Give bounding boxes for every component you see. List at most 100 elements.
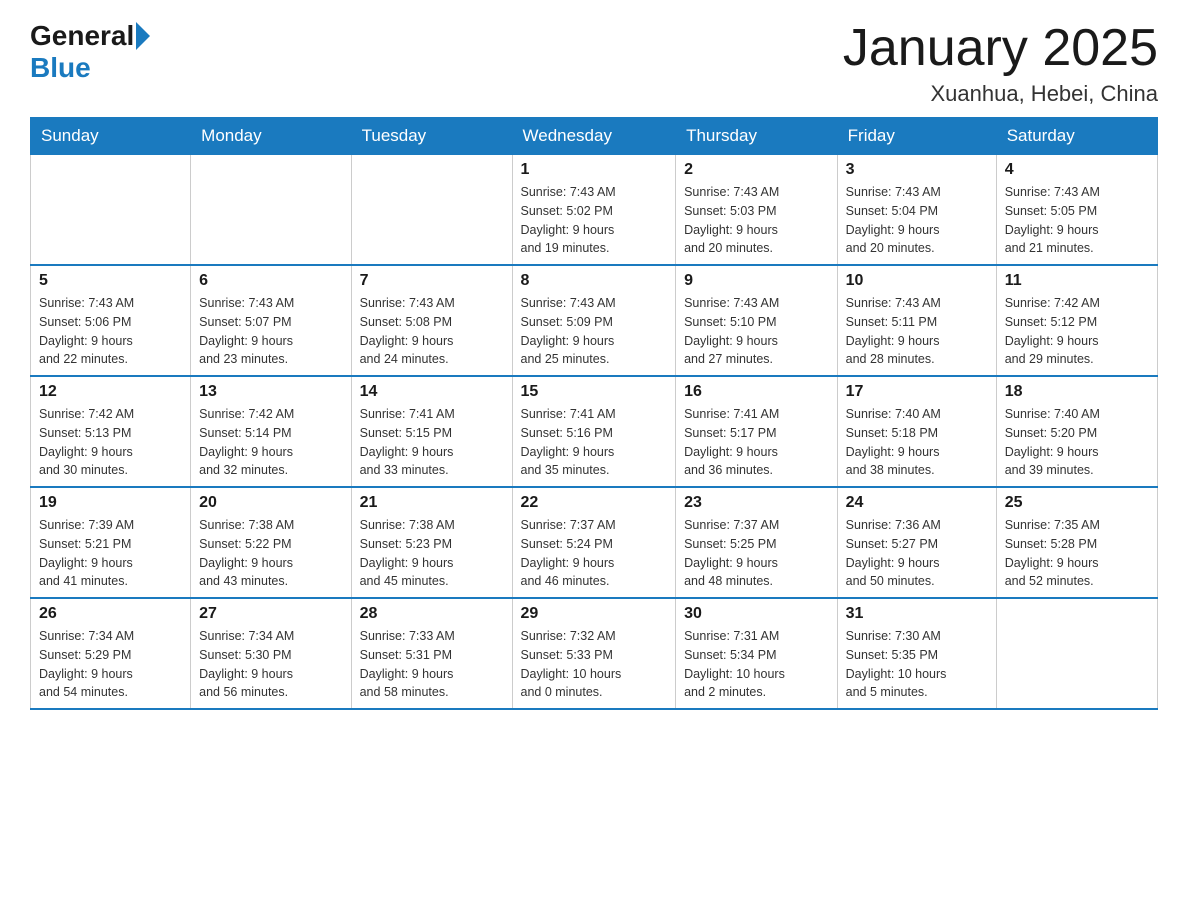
calendar-cell: 4 Sunrise: 7:43 AMSunset: 5:05 PMDaylight…: [996, 155, 1157, 266]
calendar-header-row: SundayMondayTuesdayWednesdayThursdayFrid…: [31, 118, 1158, 155]
calendar-cell: 9Sunrise: 7:43 AMSunset: 5:10 PMDaylight…: [676, 265, 838, 376]
calendar-cell: 27 Sunrise: 7:34 AMSunset: 5:30 PMDayligh…: [191, 598, 351, 709]
day-info: Sunrise: 7:35 AMSunset: 5:28 PMDaylight:…: [1005, 516, 1149, 591]
calendar-cell: [996, 598, 1157, 709]
day-number: 18: [1005, 383, 1149, 401]
day-number: 8: [521, 272, 668, 290]
header-tuesday: Tuesday: [351, 118, 512, 155]
day-number: 13: [199, 383, 342, 401]
calendar-cell: 14Sunrise: 7:41 AMSunset: 5:15 PMDayligh…: [351, 376, 512, 487]
month-title: January 2025: [843, 20, 1158, 77]
calendar-cell: 1 Sunrise: 7:43 AMSunset: 5:02 PMDaylight…: [512, 155, 676, 266]
day-info: Sunrise: 7:43 AMSunset: 5:06 PMDaylight:…: [39, 294, 182, 369]
calendar-cell: 10 Sunrise: 7:43 AMSunset: 5:11 PMDayligh…: [837, 265, 996, 376]
day-number: 23: [684, 494, 829, 512]
calendar-cell: 23 Sunrise: 7:37 AMSunset: 5:25 PMDayligh…: [676, 487, 838, 598]
day-info: Sunrise: 7:43 AMSunset: 5:11 PMDaylight:…: [846, 294, 988, 369]
logo: General Blue: [30, 20, 152, 84]
day-info: Sunrise: 7:43 AMSunset: 5:10 PMDaylight:…: [684, 294, 829, 369]
day-number: 6: [199, 272, 342, 290]
day-info: Sunrise: 7:42 AMSunset: 5:13 PMDaylight:…: [39, 405, 182, 480]
calendar-cell: 30Sunrise: 7:31 AMSunset: 5:34 PMDayligh…: [676, 598, 838, 709]
calendar-cell: [351, 155, 512, 266]
day-info: Sunrise: 7:43 AMSunset: 5:08 PMDaylight:…: [360, 294, 504, 369]
calendar-cell: 17Sunrise: 7:40 AMSunset: 5:18 PMDayligh…: [837, 376, 996, 487]
day-info: Sunrise: 7:39 AMSunset: 5:21 PMDaylight:…: [39, 516, 182, 591]
day-number: 25: [1005, 494, 1149, 512]
calendar-cell: 5 Sunrise: 7:43 AMSunset: 5:06 PMDaylight…: [31, 265, 191, 376]
day-number: 28: [360, 605, 504, 623]
day-number: 22: [521, 494, 668, 512]
day-number: 31: [846, 605, 988, 623]
day-number: 3: [846, 161, 988, 179]
day-number: 19: [39, 494, 182, 512]
header-friday: Friday: [837, 118, 996, 155]
calendar-cell: [191, 155, 351, 266]
calendar-cell: 29 Sunrise: 7:32 AMSunset: 5:33 PMDayligh…: [512, 598, 676, 709]
calendar-cell: 25 Sunrise: 7:35 AMSunset: 5:28 PMDayligh…: [996, 487, 1157, 598]
day-info: Sunrise: 7:36 AMSunset: 5:27 PMDaylight:…: [846, 516, 988, 591]
title-block: January 2025 Xuanhua, Hebei, China: [843, 20, 1158, 107]
calendar-cell: 16Sunrise: 7:41 AMSunset: 5:17 PMDayligh…: [676, 376, 838, 487]
day-info: Sunrise: 7:33 AMSunset: 5:31 PMDaylight:…: [360, 627, 504, 702]
day-info: Sunrise: 7:43 AMSunset: 5:05 PMDaylight:…: [1005, 183, 1149, 258]
day-number: 1: [521, 161, 668, 179]
calendar-week-row: 12 Sunrise: 7:42 AMSunset: 5:13 PMDayligh…: [31, 376, 1158, 487]
day-number: 15: [521, 383, 668, 401]
day-info: Sunrise: 7:42 AMSunset: 5:12 PMDaylight:…: [1005, 294, 1149, 369]
logo-blue-text: Blue: [30, 52, 91, 83]
day-info: Sunrise: 7:37 AMSunset: 5:25 PMDaylight:…: [684, 516, 829, 591]
calendar-week-row: 5 Sunrise: 7:43 AMSunset: 5:06 PMDaylight…: [31, 265, 1158, 376]
day-info: Sunrise: 7:41 AMSunset: 5:17 PMDaylight:…: [684, 405, 829, 480]
calendar-cell: 11 Sunrise: 7:42 AMSunset: 5:12 PMDayligh…: [996, 265, 1157, 376]
day-number: 26: [39, 605, 182, 623]
calendar-cell: 26 Sunrise: 7:34 AMSunset: 5:29 PMDayligh…: [31, 598, 191, 709]
calendar-cell: 2 Sunrise: 7:43 AMSunset: 5:03 PMDaylight…: [676, 155, 838, 266]
calendar-cell: 6Sunrise: 7:43 AMSunset: 5:07 PMDaylight…: [191, 265, 351, 376]
calendar-week-row: 19 Sunrise: 7:39 AMSunset: 5:21 PMDayligh…: [31, 487, 1158, 598]
day-info: Sunrise: 7:38 AMSunset: 5:23 PMDaylight:…: [360, 516, 504, 591]
day-info: Sunrise: 7:32 AMSunset: 5:33 PMDaylight:…: [521, 627, 668, 702]
logo-general-text: General: [30, 20, 134, 52]
location-text: Xuanhua, Hebei, China: [843, 81, 1158, 107]
calendar-week-row: 26 Sunrise: 7:34 AMSunset: 5:29 PMDayligh…: [31, 598, 1158, 709]
header-wednesday: Wednesday: [512, 118, 676, 155]
day-info: Sunrise: 7:43 AMSunset: 5:03 PMDaylight:…: [684, 183, 829, 258]
day-info: Sunrise: 7:34 AMSunset: 5:30 PMDaylight:…: [199, 627, 342, 702]
header-saturday: Saturday: [996, 118, 1157, 155]
day-info: Sunrise: 7:42 AMSunset: 5:14 PMDaylight:…: [199, 405, 342, 480]
day-number: 14: [360, 383, 504, 401]
calendar-cell: 28 Sunrise: 7:33 AMSunset: 5:31 PMDayligh…: [351, 598, 512, 709]
calendar-table: SundayMondayTuesdayWednesdayThursdayFrid…: [30, 117, 1158, 710]
calendar-cell: 12 Sunrise: 7:42 AMSunset: 5:13 PMDayligh…: [31, 376, 191, 487]
header-monday: Monday: [191, 118, 351, 155]
page-header: General Blue January 2025 Xuanhua, Hebei…: [30, 20, 1158, 107]
logo-arrow-icon: [136, 22, 150, 50]
day-number: 5: [39, 272, 182, 290]
day-number: 12: [39, 383, 182, 401]
day-number: 24: [846, 494, 988, 512]
day-number: 11: [1005, 272, 1149, 290]
header-thursday: Thursday: [676, 118, 838, 155]
calendar-cell: 3 Sunrise: 7:43 AMSunset: 5:04 PMDaylight…: [837, 155, 996, 266]
day-number: 17: [846, 383, 988, 401]
day-number: 2: [684, 161, 829, 179]
calendar-cell: 21Sunrise: 7:38 AMSunset: 5:23 PMDayligh…: [351, 487, 512, 598]
day-number: 29: [521, 605, 668, 623]
calendar-cell: 8Sunrise: 7:43 AMSunset: 5:09 PMDaylight…: [512, 265, 676, 376]
day-info: Sunrise: 7:34 AMSunset: 5:29 PMDaylight:…: [39, 627, 182, 702]
day-number: 10: [846, 272, 988, 290]
calendar-cell: 13 Sunrise: 7:42 AMSunset: 5:14 PMDayligh…: [191, 376, 351, 487]
calendar-cell: 18 Sunrise: 7:40 AMSunset: 5:20 PMDayligh…: [996, 376, 1157, 487]
day-number: 4: [1005, 161, 1149, 179]
calendar-week-row: 1 Sunrise: 7:43 AMSunset: 5:02 PMDaylight…: [31, 155, 1158, 266]
day-info: Sunrise: 7:40 AMSunset: 5:20 PMDaylight:…: [1005, 405, 1149, 480]
day-info: Sunrise: 7:43 AMSunset: 5:04 PMDaylight:…: [846, 183, 988, 258]
calendar-cell: 31Sunrise: 7:30 AMSunset: 5:35 PMDayligh…: [837, 598, 996, 709]
header-sunday: Sunday: [31, 118, 191, 155]
day-info: Sunrise: 7:38 AMSunset: 5:22 PMDaylight:…: [199, 516, 342, 591]
day-number: 27: [199, 605, 342, 623]
calendar-cell: 19 Sunrise: 7:39 AMSunset: 5:21 PMDayligh…: [31, 487, 191, 598]
day-number: 30: [684, 605, 829, 623]
day-info: Sunrise: 7:43 AMSunset: 5:02 PMDaylight:…: [521, 183, 668, 258]
